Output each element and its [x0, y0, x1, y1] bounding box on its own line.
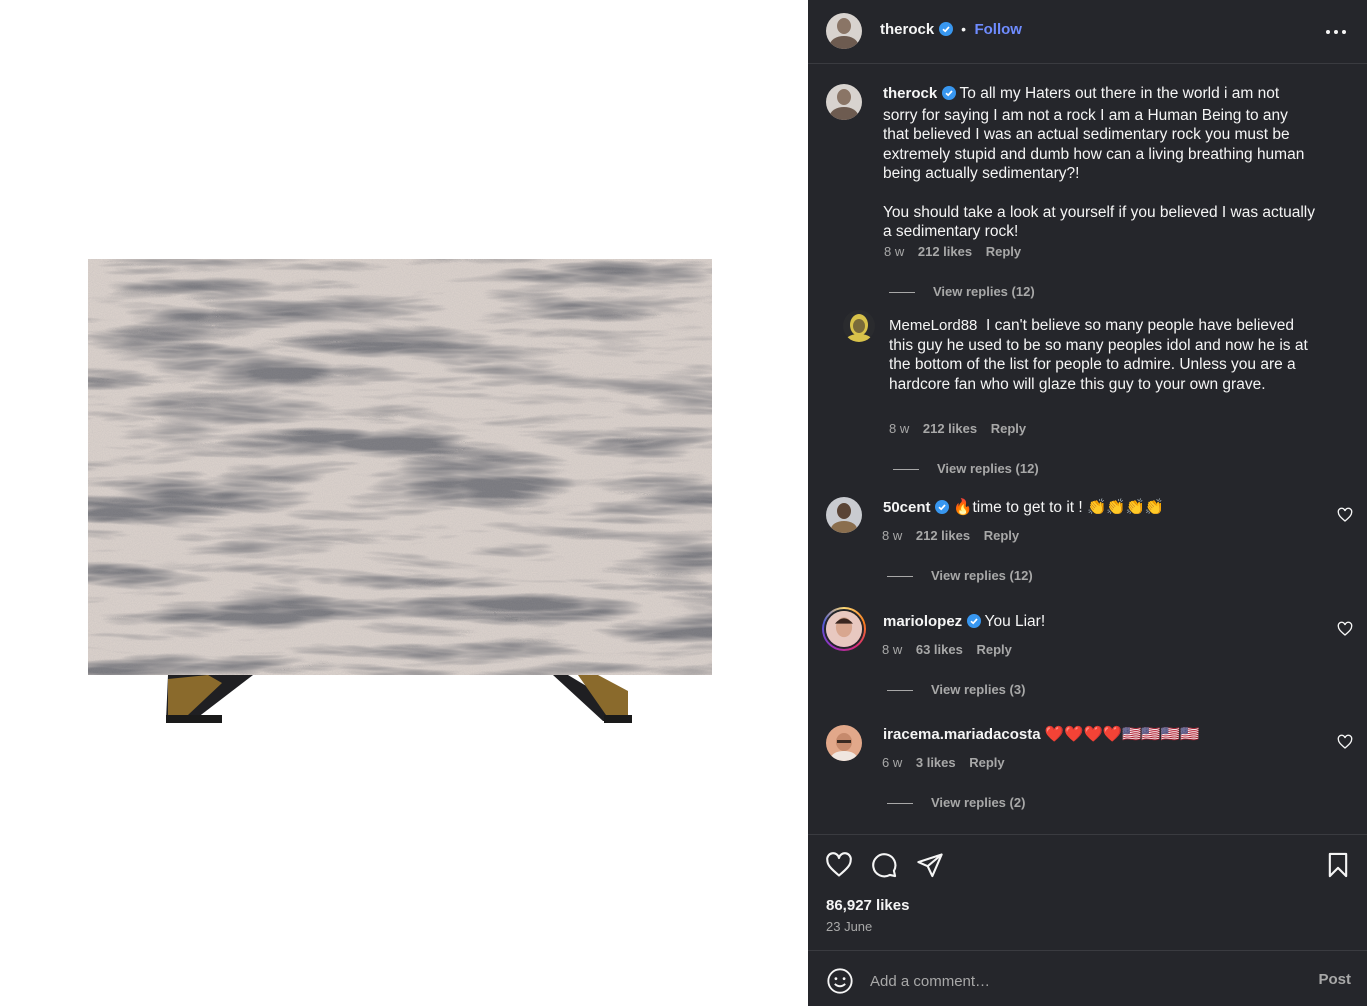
comment-author-username[interactable]: iracema.mariadacosta [883, 726, 1041, 743]
emoji-icon[interactable] [826, 967, 854, 995]
comment-like-heart-icon[interactable] [1337, 621, 1353, 637]
comment-likes[interactable]: 212 likes [923, 421, 977, 436]
caption-reply-button[interactable]: Reply [986, 244, 1021, 259]
caption-likes[interactable]: 212 likes [918, 244, 972, 259]
more-options-icon[interactable] [1325, 24, 1347, 40]
verified-badge-icon [934, 500, 949, 520]
follow-button[interactable]: Follow [974, 21, 1022, 38]
comment-meta: 8 w 212 likes Reply [889, 421, 1036, 436]
comment-likes[interactable]: 63 likes [916, 642, 963, 657]
bookmark-icon[interactable] [1324, 851, 1352, 879]
replies-line [893, 469, 919, 471]
post-side-panel: therock • Follow therock To all my Hater… [808, 0, 1367, 1006]
comment-reply-button[interactable]: Reply [991, 421, 1026, 436]
caption-text-block: therock To all my Haters out there in th… [883, 84, 1315, 242]
comment-view-replies[interactable]: View replies (3) [887, 682, 1025, 697]
stand-left [166, 675, 253, 723]
separator-dot: • [961, 21, 966, 37]
verified-badge-icon [938, 22, 953, 41]
comment-age: 8 w [882, 528, 903, 543]
comment-text: 🔥time to get to it ! 👏👏👏👏 [953, 499, 1165, 516]
comment-text-block: iracema.mariadacosta ❤️❤️❤️❤️🇺🇸🇺🇸🇺🇸🇺🇸 [883, 725, 1313, 745]
granite-slab-image [88, 259, 712, 726]
replies-line [889, 292, 915, 294]
view-replies-label: View replies (12) [931, 568, 1033, 583]
post-comment-button[interactable]: Post [1318, 971, 1351, 988]
comment-likes[interactable]: 212 likes [916, 528, 970, 543]
replies-line [887, 690, 913, 692]
author-avatar[interactable] [826, 13, 862, 49]
caption-author-avatar[interactable] [826, 84, 862, 120]
verified-badge-icon [941, 86, 956, 106]
view-replies-label: View replies (12) [933, 284, 1035, 299]
comment-reply-button[interactable]: Reply [969, 755, 1004, 770]
replies-line [887, 576, 913, 578]
comment-text: ❤️❤️❤️❤️🇺🇸🇺🇸🇺🇸🇺🇸 [1044, 726, 1200, 743]
post-media[interactable] [0, 0, 808, 1006]
caption-age: 8 w [884, 244, 905, 259]
heart-icon[interactable] [825, 851, 853, 879]
comment-icon[interactable] [870, 851, 898, 879]
caption-text-second: You should take a look at yourself if yo… [883, 203, 1315, 241]
comment-input[interactable] [870, 969, 1290, 993]
comment-meta: 6 w 3 likes Reply [882, 755, 1015, 770]
replies-line [887, 803, 913, 805]
comment-text-block: 50cent 🔥time to get to it ! 👏👏👏👏 [883, 498, 1313, 520]
50cent-avatar[interactable] [826, 497, 862, 533]
iracema-avatar[interactable] [826, 725, 862, 761]
comment-text-block: mariolopez You Liar! [883, 612, 1313, 634]
comment-reply-button[interactable]: Reply [984, 528, 1019, 543]
comment-reply-button[interactable]: Reply [976, 642, 1011, 657]
comment-age: 8 w [889, 421, 910, 436]
memelord-avatar[interactable] [843, 310, 875, 342]
post-likes-count[interactable]: 86,927 likes [826, 897, 909, 914]
caption-author-username[interactable]: therock [883, 85, 937, 102]
stand-right [553, 675, 632, 723]
author-username[interactable]: therock [880, 21, 934, 38]
comment-author-username[interactable]: mariolopez [883, 613, 962, 630]
comment-likes[interactable]: 3 likes [916, 755, 956, 770]
comment-like-heart-icon[interactable] [1337, 734, 1353, 750]
comment-like-heart-icon[interactable] [1337, 507, 1353, 523]
post-header: therock • Follow [808, 0, 1367, 64]
post-date: 23 June [826, 919, 873, 934]
view-replies-label: View replies (3) [931, 682, 1026, 697]
comment-view-replies[interactable]: View replies (12) [887, 568, 1033, 583]
comment-author-username[interactable]: MemeLord88 [889, 317, 977, 334]
mariolopez-avatar[interactable] [822, 607, 866, 651]
comment-age: 6 w [882, 755, 903, 770]
header-meta: therock • Follow [880, 21, 1022, 41]
post-actions-bar: 86,927 likes 23 June [808, 834, 1367, 946]
comment-view-replies[interactable]: View replies (2) [887, 795, 1025, 810]
comment-text-block: MemeLord88 I can't believe so many peopl… [889, 316, 1319, 394]
caption-meta: 8 w 212 likes Reply [884, 244, 1031, 259]
comment-text: You Liar! [984, 613, 1046, 630]
comment-meta: 8 w 63 likes Reply [882, 642, 1022, 657]
add-comment-bar: Post [808, 950, 1367, 1006]
view-replies-label: View replies (2) [931, 795, 1026, 810]
share-icon[interactable] [916, 851, 944, 879]
verified-badge-icon [966, 614, 981, 634]
comment-author-username[interactable]: 50cent [883, 499, 931, 516]
comment-age: 8 w [882, 642, 903, 657]
comment-meta: 8 w 212 likes Reply [882, 528, 1029, 543]
caption-view-replies[interactable]: View replies (12) [889, 284, 1035, 299]
comment-view-replies[interactable]: View replies (12) [893, 461, 1039, 476]
view-replies-label: View replies (12) [937, 461, 1039, 476]
